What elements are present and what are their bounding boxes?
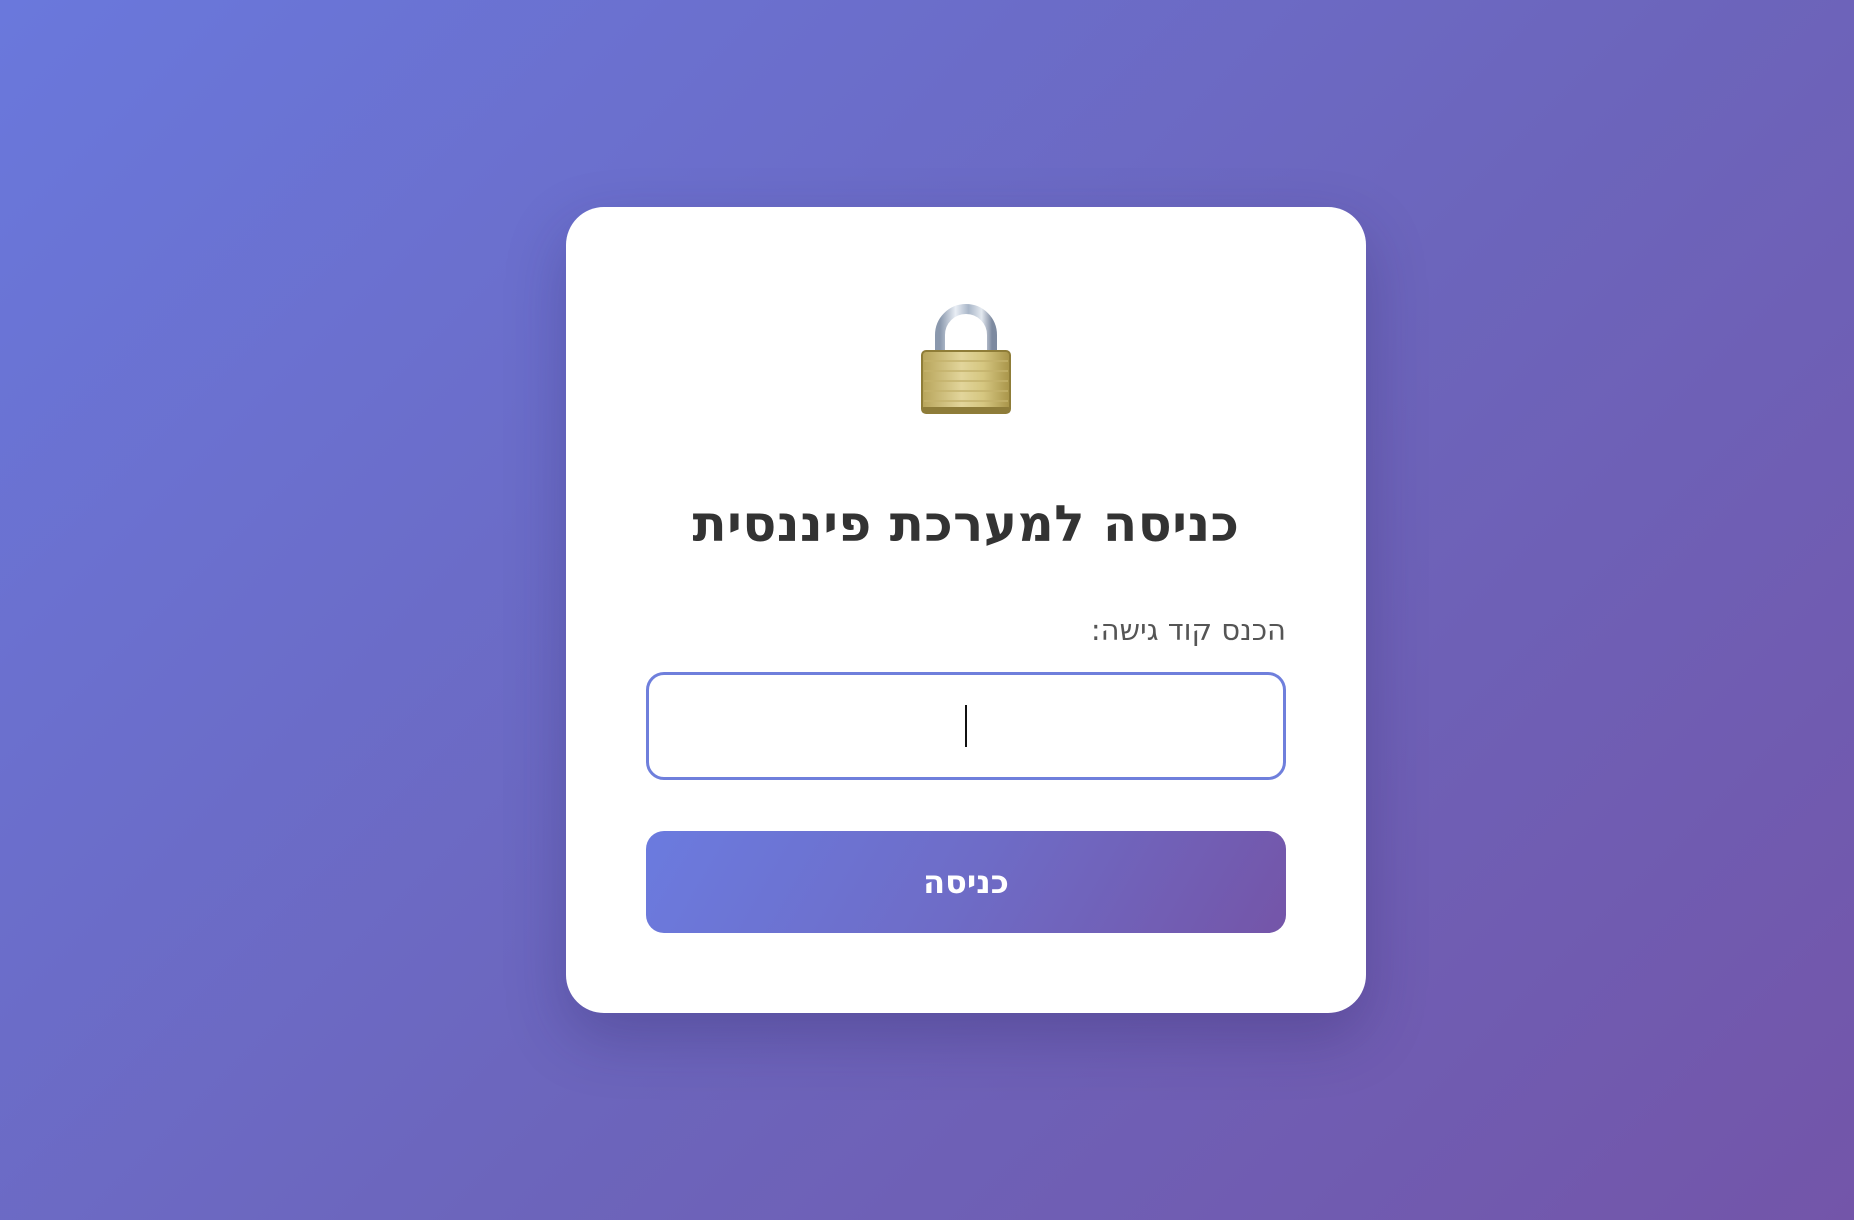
padlock-icon [918, 299, 1014, 417]
login-button[interactable]: כניסה [646, 831, 1286, 933]
access-code-label: הכנס קוד גישה: [1090, 613, 1286, 647]
page-title: כניסה למערכת פיננסית [692, 495, 1240, 553]
login-card: כניסה למערכת פיננסית הכנס קוד גישה: כניס… [566, 207, 1366, 1013]
text-caret [965, 705, 967, 747]
